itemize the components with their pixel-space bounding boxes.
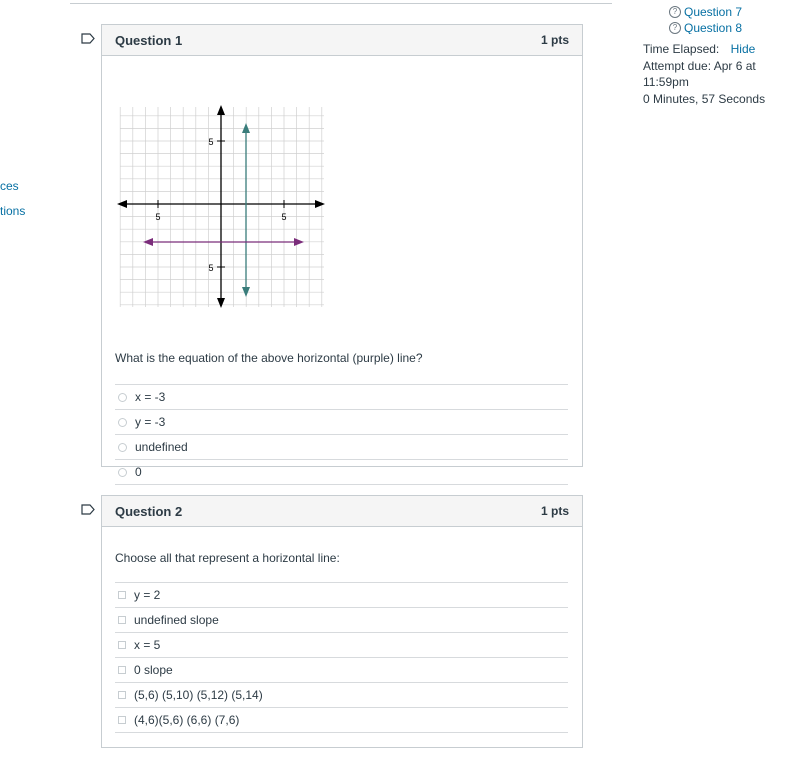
flag-question-2-icon[interactable] (81, 504, 95, 515)
answer-option[interactable]: (5,6) (5,10) (5,12) (5,14) (115, 682, 568, 707)
checkbox[interactable] (118, 716, 126, 724)
checkbox[interactable] (118, 641, 126, 649)
top-divider (70, 3, 612, 4)
answer-list: x = -3 y = -3 undefined 0 (115, 384, 568, 485)
answer-option[interactable]: undefined slope (115, 607, 568, 632)
question-points: 1 pts (540, 33, 569, 47)
radio-button[interactable] (118, 392, 127, 402)
checkbox[interactable] (118, 591, 126, 599)
question-2-header: Question 2 1 pts (102, 496, 582, 527)
question-unanswered-icon: ? (669, 6, 681, 18)
answer-option[interactable]: 0 slope (115, 657, 568, 682)
purple-line-left-arrow (143, 238, 153, 246)
question-1-card: Question 1 1 pts 5 5 5 5 What is the equ… (101, 24, 583, 485)
answer-label: x = 5 (134, 638, 161, 652)
y-axis-top-arrow (217, 105, 225, 115)
answer-label: undefined (135, 440, 188, 454)
checkbox[interactable] (118, 666, 126, 674)
time-elapsed-label: Time Elapsed: (643, 42, 720, 56)
teal-line-top-arrow (242, 123, 250, 133)
sidebar-question-7-link[interactable]: ? Question 7 (669, 5, 742, 19)
coordinate-graph: 5 5 5 5 (117, 105, 325, 308)
radio-button[interactable] (118, 442, 127, 452)
question-prompt: Choose all that represent a horizontal l… (115, 551, 340, 565)
question-title: Question 1 (115, 33, 183, 48)
graph-grid (119, 107, 324, 307)
answer-label: y = 2 (134, 588, 161, 602)
question-title: Question 2 (115, 504, 183, 519)
answer-option[interactable]: y = -3 (115, 409, 568, 434)
sidebar-question-label: Question 7 (684, 5, 743, 19)
flag-question-1-icon[interactable] (81, 33, 95, 44)
question-unanswered-icon: ? (669, 22, 681, 34)
answer-label: (4,6)(5,6) (6,6) (7,6) (134, 713, 240, 727)
radio-button[interactable] (118, 467, 127, 477)
y-axis-bottom-arrow (217, 298, 225, 308)
answer-label: 0 slope (134, 663, 173, 677)
answer-label: x = -3 (135, 390, 166, 404)
answer-option[interactable]: x = -3 (115, 384, 568, 409)
left-nav-link-questions[interactable]: tions (0, 203, 25, 228)
answer-option[interactable]: 0 (115, 459, 568, 485)
question-prompt: What is the equation of the above horizo… (115, 351, 423, 365)
y-tick-label-top: 5 (208, 137, 213, 147)
x-tick-label-left: 5 (155, 212, 160, 222)
timer-panel: Time Elapsed: Hide Attempt due: Apr 6 at… (643, 41, 793, 107)
elapsed-time-value: 0 Minutes, 57 Seconds (643, 91, 766, 106)
left-nav-link-resources[interactable]: ces (0, 178, 25, 203)
sidebar-question-8-link[interactable]: ? Question 8 (669, 22, 742, 34)
y-tick-label-bottom: 5 (208, 263, 213, 273)
answer-option[interactable]: (4,6)(5,6) (6,6) (7,6) (115, 707, 568, 733)
question-points: 1 pts (540, 504, 569, 518)
answer-label: undefined slope (134, 613, 219, 627)
question-2-card: Question 2 1 pts Choose all that represe… (101, 495, 583, 748)
attempt-due-text: Attempt due: Apr 6 at (643, 58, 756, 73)
attempt-due-time: 11:59pm (643, 75, 689, 89)
radio-button[interactable] (118, 417, 127, 427)
left-nav: ces tions (0, 178, 25, 228)
sidebar-question-label: Question 8 (684, 22, 743, 34)
answer-option[interactable]: undefined (115, 434, 568, 459)
checkbox[interactable] (118, 616, 126, 624)
purple-line-right-arrow (294, 238, 304, 246)
checkbox[interactable] (118, 691, 126, 699)
hide-timer-link[interactable]: Hide (731, 42, 756, 56)
answer-option[interactable]: y = 2 (115, 582, 568, 607)
answer-label: (5,6) (5,10) (5,12) (5,14) (134, 688, 263, 702)
question-1-header: Question 1 1 pts (102, 25, 582, 56)
answer-label: y = -3 (135, 415, 166, 429)
answer-option[interactable]: x = 5 (115, 632, 568, 657)
x-tick-label-right: 5 (281, 212, 286, 222)
x-axis-right-arrow (315, 200, 325, 208)
answer-list: y = 2 undefined slope x = 5 0 slope (5,6… (115, 582, 568, 733)
answer-label: 0 (135, 465, 142, 479)
x-axis-left-arrow (117, 200, 127, 208)
